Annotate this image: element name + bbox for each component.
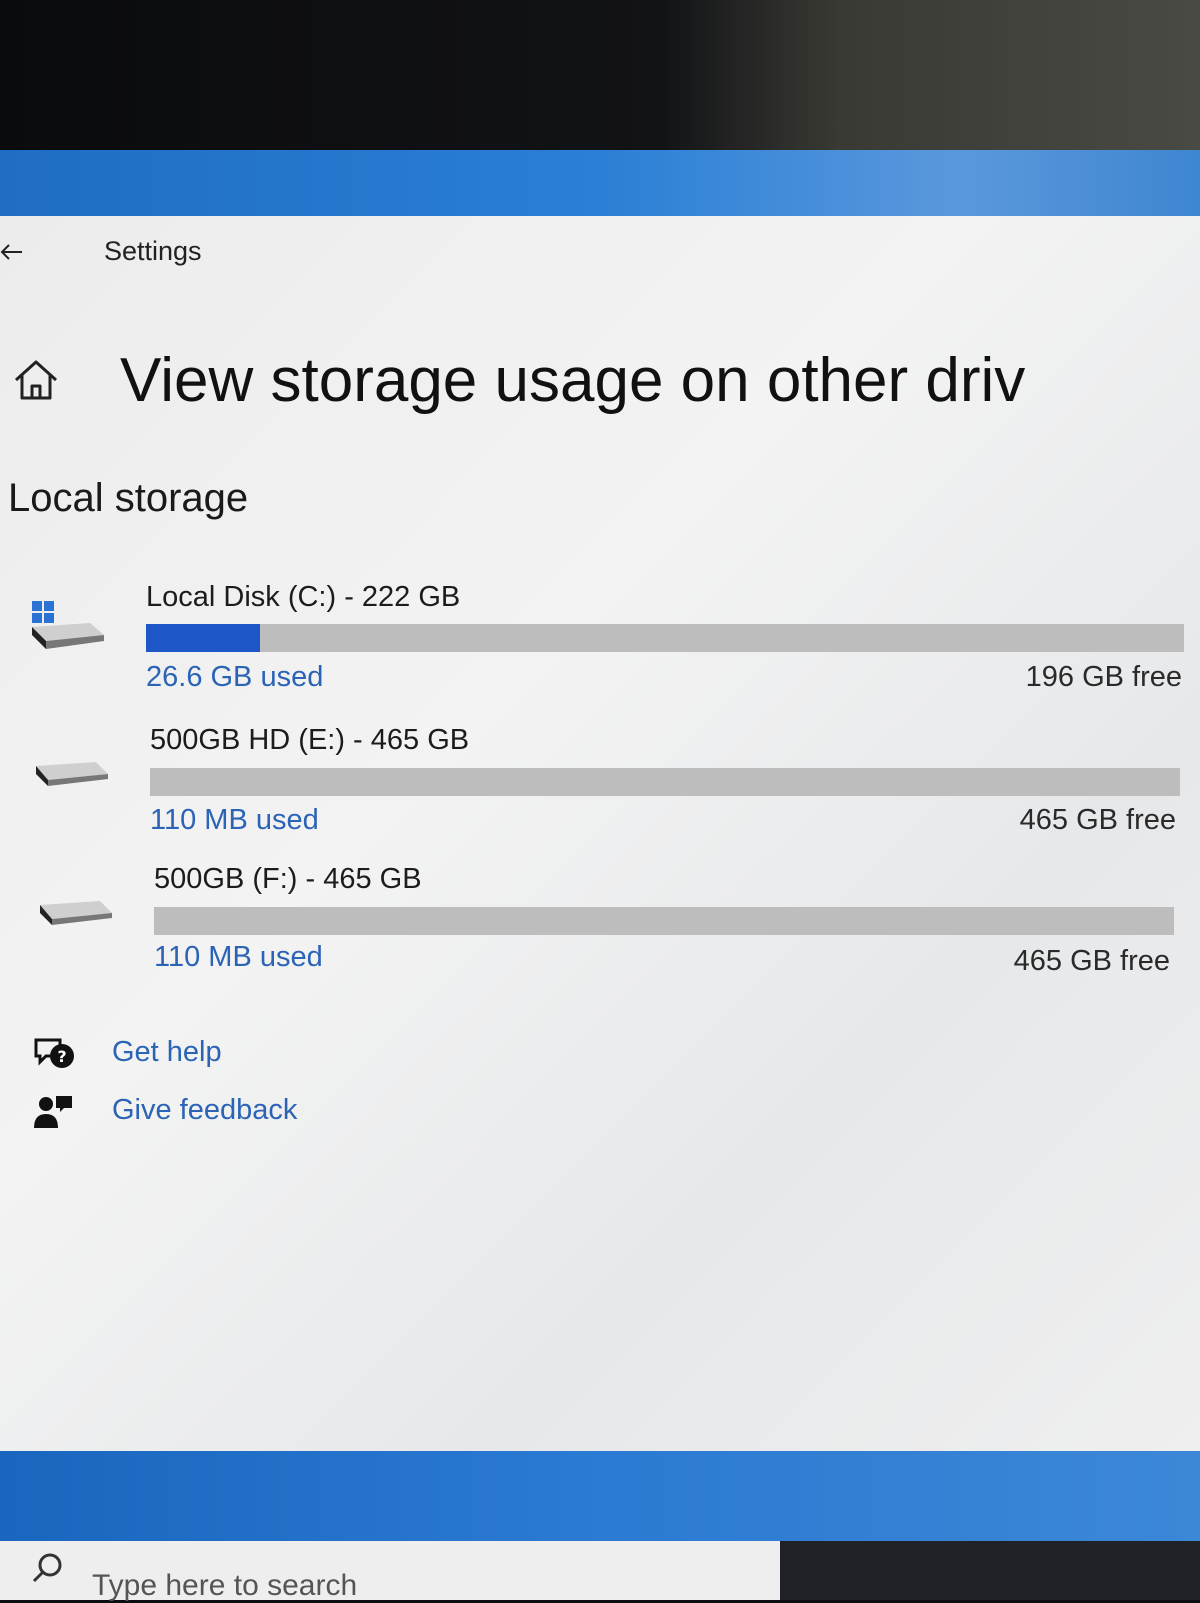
give-feedback-label: Give feedback [112, 1094, 298, 1126]
home-icon [14, 360, 58, 400]
section-heading: Local storage [8, 476, 249, 520]
back-button[interactable] [0, 234, 40, 270]
used-label: 110 MB used [150, 804, 319, 836]
drive-item-e[interactable]: 500GB HD (E:) - 465 GB 110 MB used 465 G… [0, 724, 1200, 849]
free-label: 196 GB free [1025, 661, 1182, 693]
usage-bar [146, 624, 1184, 652]
hard-drive-icon [30, 883, 114, 943]
used-label: 26.6 GB used [146, 661, 324, 693]
usage-bar [154, 907, 1174, 935]
taskbar-app-area [780, 1541, 1200, 1600]
search-icon [28, 1549, 68, 1589]
page-title: View storage usage on other driv [120, 346, 1026, 415]
get-help-link[interactable]: ? Get help [0, 1030, 600, 1078]
back-arrow-icon [0, 244, 22, 260]
search-placeholder: Type here to search [92, 1569, 358, 1602]
drive-item-f[interactable]: 500GB (F:) - 465 GB 110 MB used 465 GB f… [0, 863, 1200, 988]
desktop-background [0, 150, 1200, 216]
used-label: 110 MB used [154, 941, 323, 973]
title-bar: Settings [0, 216, 1200, 286]
app-title: Settings [104, 236, 202, 266]
help-chat-icon: ? [32, 1034, 76, 1074]
usage-bar-fill [146, 624, 261, 652]
monitor-bezel [0, 0, 1200, 150]
drive-name: Local Disk (C:) - 222 GB [146, 581, 461, 613]
desktop-background-bottom [0, 1451, 1200, 1541]
taskbar: Type here to search [0, 1541, 1200, 1602]
taskbar-search-box[interactable]: Type here to search [0, 1541, 780, 1602]
drive-item-c[interactable]: Local Disk (C:) - 222 GB 26.6 GB used 19… [0, 581, 1200, 706]
drive-name: 500GB (F:) - 465 GB [154, 863, 422, 895]
free-label: 465 GB free [1019, 804, 1176, 836]
give-feedback-link[interactable]: Give feedback [0, 1088, 600, 1136]
home-button[interactable] [10, 356, 62, 404]
svg-text:?: ? [57, 1047, 66, 1066]
usage-bar [150, 768, 1180, 796]
windows-drive-icon [30, 599, 114, 659]
page-header: View storage usage on other driv [0, 336, 1200, 426]
free-label: 465 GB free [1013, 945, 1170, 977]
settings-window: Settings View storage usage on other dri… [0, 216, 1200, 1451]
drive-name: 500GB HD (E:) - 465 GB [150, 724, 470, 756]
feedback-icon [32, 1092, 76, 1132]
hard-drive-icon [30, 744, 114, 804]
get-help-label: Get help [112, 1036, 222, 1068]
